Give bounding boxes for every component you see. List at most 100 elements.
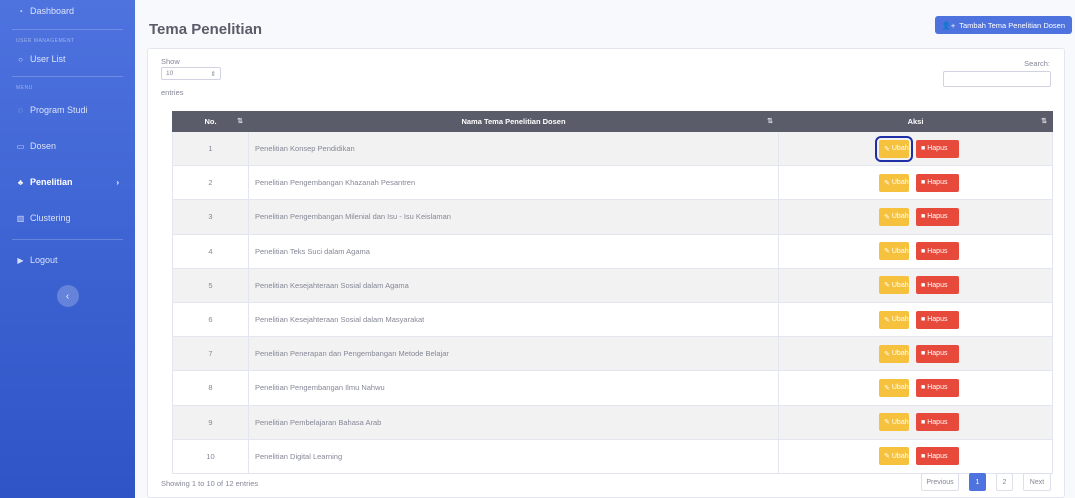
sidebar-item-label: Logout <box>30 255 58 265</box>
trash-icon: ■ <box>921 418 926 426</box>
edit-button-label: Ubah <box>891 316 909 324</box>
row-actions: ✎ Ubah ■ Hapus <box>778 130 1053 167</box>
user-plus-icon: 👤+ <box>941 20 956 30</box>
sidebar-toggle-button[interactable]: ‹ <box>56 285 79 307</box>
delete-button[interactable]: ■ Hapus <box>916 207 959 226</box>
entries-label: entries <box>161 88 184 97</box>
delete-button[interactable]: ■ Hapus <box>916 378 959 397</box>
edit-icon: ✎ <box>884 384 890 392</box>
edit-icon: ✎ <box>884 282 890 290</box>
sidebar-item-label: Dosen <box>30 141 57 151</box>
delete-button-label: Hapus <box>927 316 948 324</box>
column-header-aksi[interactable]: Aksi ⇅ <box>778 111 1053 132</box>
edit-icon: ✎ <box>884 179 890 187</box>
delete-button-label: Hapus <box>927 281 948 289</box>
row-number: 4 <box>172 233 249 269</box>
delete-button-label: Hapus <box>927 350 948 358</box>
sidebar-item-clustering[interactable]: ▥ Clustering <box>0 207 135 229</box>
sidebar-item-user-list[interactable]: ○ User List <box>0 48 135 70</box>
add-research-theme-button[interactable]: 👤+ Tambah Tema Penelitian Dosen <box>934 16 1072 34</box>
delete-button[interactable]: ■ Hapus <box>916 413 959 432</box>
trash-icon: ■ <box>921 316 926 324</box>
row-theme-name: Penelitian Penerapan dan Pengembangan Me… <box>248 336 779 372</box>
pagination-page-1[interactable]: 1 <box>969 473 986 491</box>
row-theme-name: Penelitian Pengembangan Milenial dan Isu… <box>248 199 779 235</box>
pagination-previous[interactable]: Previous <box>921 473 959 491</box>
sidebar-item-label: Dashboard <box>30 6 75 16</box>
sidebar-item-penelitian[interactable]: ♣ Penelitian › <box>0 171 135 193</box>
sort-icon: ⇅ <box>1041 118 1047 125</box>
edit-icon: ✎ <box>884 145 890 153</box>
sidebar-item-label: Program Studi <box>30 105 88 115</box>
edit-button[interactable]: ✎ Ubah <box>875 135 913 162</box>
edit-button[interactable]: ✎ Ubah <box>879 276 909 295</box>
table-row: 9 Penelitian Pembelajaran Bahasa Arab ✎ Uba… <box>172 404 1053 440</box>
data-table-card: Show 10 ⇕ entries Search: No. ⇅ Nama Tem… <box>147 48 1065 498</box>
sidebar-item-dosen[interactable]: ▭ Dosen <box>0 135 135 157</box>
chevron-left-icon: ‹ <box>65 290 70 302</box>
row-theme-name: Penelitian Digital Learning <box>248 438 779 474</box>
delete-button[interactable]: ■ Hapus <box>916 173 959 192</box>
pagination-next[interactable]: Next <box>1023 473 1051 491</box>
table-row: 8 Penelitian Pengembangan Ilmu Nahwu ✎ Ubah… <box>172 370 1053 406</box>
delete-button[interactable]: ■ Hapus <box>916 276 959 295</box>
edit-icon: ✎ <box>884 419 890 427</box>
delete-button-label: Hapus <box>927 452 948 460</box>
edit-icon: ✎ <box>884 350 890 358</box>
row-actions: ✎ Ubah ■ Hapus <box>778 301 1053 338</box>
search-input[interactable] <box>943 71 1051 87</box>
delete-button-label: Hapus <box>927 247 948 255</box>
sidebar-item-logout[interactable]: ▶ Logout <box>0 249 135 271</box>
trash-icon: ■ <box>921 145 926 153</box>
edit-icon: ✎ <box>884 453 890 461</box>
table-row: 5 Penelitian Kesejahteraan Sosial dalam A… <box>172 267 1053 303</box>
table-row: 1 Penelitian Konsep Pendidikan ✎ Ubah ■ Hapus <box>172 130 1053 167</box>
select-arrows-icon: ⇕ <box>210 70 216 78</box>
edit-button[interactable]: ✎ Ubah <box>879 413 909 432</box>
trash-icon: ■ <box>921 281 926 289</box>
sidebar-heading-user: USER MANAGEMENT <box>16 38 75 44</box>
column-header-name[interactable]: Nama Tema Penelitian Dosen ⇅ <box>248 111 779 132</box>
row-actions: ✎ Ubah ■ Hapus <box>778 199 1053 235</box>
sidebar-divider <box>12 76 123 77</box>
sidebar-divider <box>12 239 123 240</box>
sidebar-item-label: User List <box>30 54 66 64</box>
row-number: 1 <box>172 130 249 167</box>
main-content: Tema Penelitian 👤+ Tambah Tema Penelitia… <box>135 0 1075 498</box>
sidebar-item-dashboard[interactable]: ◔ Dashboard <box>0 3 135 19</box>
delete-button[interactable]: ■ Hapus <box>916 344 959 363</box>
row-theme-name: Penelitian Pengembangan Ilmu Nahwu <box>248 370 779 406</box>
table-row: 6 Penelitian Kesejahteraan Sosial dalam M… <box>172 301 1053 338</box>
row-actions: ✎ Ubah ■ Hapus <box>778 233 1053 269</box>
chart-icon: ▥ <box>16 213 25 223</box>
edit-button[interactable]: ✎ Ubah <box>879 344 909 363</box>
trash-icon: ■ <box>921 350 926 358</box>
delete-button-label: Hapus <box>927 384 948 392</box>
entries-per-page-select[interactable]: 10 ⇕ <box>161 67 221 80</box>
row-theme-name: Penelitian Konsep Pendidikan <box>248 130 779 167</box>
sidebar-item-program-studi[interactable]: ◌ Program Studi <box>0 99 135 121</box>
sidebar: ◔ Dashboard USER MANAGEMENT ○ User List … <box>0 0 135 498</box>
pagination-page-2[interactable]: 2 <box>996 473 1013 491</box>
edit-button[interactable]: ✎ Ubah <box>879 207 909 226</box>
edit-button[interactable]: ✎ Ubah <box>879 310 909 329</box>
delete-button-label: Hapus <box>927 145 948 153</box>
edit-button[interactable]: ✎ Ubah <box>879 378 909 397</box>
edit-button[interactable]: ✎ Ubah <box>879 242 909 261</box>
edit-button[interactable]: ✎ Ubah <box>879 173 909 192</box>
sidebar-item-label: Clustering <box>30 213 71 223</box>
sidebar-heading-menu: MENU <box>16 85 33 91</box>
delete-button[interactable]: ■ Hapus <box>916 242 959 261</box>
delete-button[interactable]: ■ Hapus <box>916 447 959 466</box>
edit-icon: ✎ <box>884 213 890 221</box>
trash-icon: ■ <box>921 179 926 187</box>
edit-button[interactable]: ✎ Ubah <box>879 447 909 466</box>
research-theme-table: No. ⇅ Nama Tema Penelitian Dosen ⇅ Aksi … <box>172 111 1053 474</box>
row-actions: ✎ Ubah ■ Hapus <box>778 370 1053 406</box>
delete-button[interactable]: ■ Hapus <box>916 139 959 158</box>
column-header-no[interactable]: No. ⇅ <box>172 111 249 132</box>
row-actions: ✎ Ubah ■ Hapus <box>778 336 1053 372</box>
column-header-label: No. <box>204 117 217 126</box>
delete-button[interactable]: ■ Hapus <box>916 310 959 329</box>
row-theme-name: Penelitian Pembelajaran Bahasa Arab <box>248 404 779 440</box>
